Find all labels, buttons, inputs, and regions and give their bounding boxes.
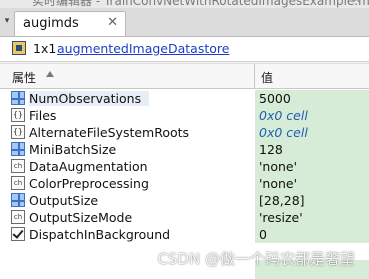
name-cell: ch DataAugmentation bbox=[0, 158, 255, 175]
property-name: OutputSize bbox=[29, 193, 99, 208]
table-row[interactable]: ch ColorPreprocessing 'none' bbox=[0, 175, 369, 192]
property-name: Files bbox=[29, 108, 57, 123]
property-value: 0x0 cell bbox=[259, 108, 308, 123]
watermark: CSDN @做一个码农都是奢望 bbox=[157, 250, 355, 268]
property-name: DispatchInBackground bbox=[29, 227, 171, 242]
value-cell[interactable]: 0x0 cell bbox=[255, 124, 369, 141]
property-value: 'resize' bbox=[259, 210, 303, 225]
name-cell: {} Files bbox=[0, 107, 255, 124]
property-name: DataAugmentation bbox=[29, 159, 148, 174]
value-cell[interactable]: 0x0 cell bbox=[255, 107, 369, 124]
name-cell: OutputSize bbox=[0, 192, 255, 209]
tab-label: augimds bbox=[23, 16, 79, 31]
table-row[interactable]: OutputSize [28,28] bbox=[0, 192, 369, 209]
property-value: 0 bbox=[259, 227, 267, 242]
property-value: 128 bbox=[259, 142, 283, 157]
value-cell[interactable]: 'resize' bbox=[255, 209, 369, 226]
value-cell[interactable]: [28,28] bbox=[255, 192, 369, 209]
class-link[interactable]: augmentedImageDatastore bbox=[57, 41, 229, 56]
property-name: MiniBatchSize bbox=[29, 142, 117, 157]
name-cell: DispatchInBackground bbox=[0, 226, 255, 243]
table-rows: NumObservations 5000 {} Files 0x0 cell {… bbox=[0, 90, 369, 243]
property-name: NumObservations bbox=[29, 91, 150, 106]
tab-augimds[interactable]: augimds ✕ bbox=[14, 11, 126, 36]
logical-check-icon bbox=[11, 227, 25, 241]
property-name: OutputSizeMode bbox=[29, 210, 133, 225]
property-name: AlternateFileSystemRoots bbox=[29, 125, 190, 140]
sort-ascending-icon[interactable] bbox=[46, 71, 54, 77]
window-close-icon[interactable]: ✕ bbox=[352, 0, 361, 6]
name-cell: ch ColorPreprocessing bbox=[0, 175, 255, 192]
property-value: 'none' bbox=[259, 159, 298, 174]
cell-array-icon: {} bbox=[11, 108, 25, 122]
char-array-icon: ch bbox=[11, 176, 25, 190]
property-value: 5000 bbox=[259, 91, 291, 106]
property-name: ColorPreprocessing bbox=[29, 176, 149, 191]
property-value: [28,28] bbox=[259, 193, 305, 208]
tab-bar: ▾ augimds ✕ bbox=[0, 8, 369, 37]
property-value: 0x0 cell bbox=[259, 125, 308, 140]
numeric-grid-icon bbox=[11, 142, 25, 156]
numeric-grid-icon bbox=[11, 193, 25, 207]
value-cell[interactable]: 'none' bbox=[255, 158, 369, 175]
property-value: 'none' bbox=[259, 176, 298, 191]
value-cell[interactable]: 'none' bbox=[255, 175, 369, 192]
variable-header: 1x1 augmentedImageDatastore bbox=[0, 37, 369, 62]
char-array-icon: ch bbox=[11, 210, 25, 224]
table-row[interactable]: NumObservations 5000 bbox=[0, 90, 369, 107]
table-header: 属性 值 bbox=[0, 63, 369, 89]
table-row[interactable]: {} Files 0x0 cell bbox=[0, 107, 369, 124]
value-cell[interactable]: 5000 bbox=[255, 90, 369, 107]
value-cell[interactable]: 0 bbox=[255, 226, 369, 243]
name-cell: {} AlternateFileSystemRoots bbox=[0, 124, 255, 141]
numeric-grid-icon bbox=[11, 91, 25, 105]
column-header-value[interactable]: 值 bbox=[261, 69, 273, 86]
char-array-icon: ch bbox=[11, 159, 25, 173]
name-cell: NumObservations bbox=[0, 90, 255, 107]
table-row[interactable]: {} AlternateFileSystemRoots 0x0 cell bbox=[0, 124, 369, 141]
cell-array-icon: {} bbox=[11, 125, 25, 139]
table-row[interactable]: MiniBatchSize 128 bbox=[0, 141, 369, 158]
property-table: 属性 值 NumObservations 5000 {} Files 0x0 c… bbox=[0, 63, 369, 279]
object-class-icon bbox=[12, 41, 26, 55]
table-row[interactable]: DispatchInBackground 0 bbox=[0, 226, 369, 243]
column-header-name[interactable]: 属性 bbox=[0, 64, 255, 88]
name-cell: ch OutputSizeMode bbox=[0, 209, 255, 226]
value-cell[interactable]: 128 bbox=[255, 141, 369, 158]
column-header-name-label: 属性 bbox=[12, 71, 37, 85]
variable-size: 1x1 bbox=[33, 41, 57, 56]
table-row[interactable]: ch DataAugmentation 'none' bbox=[0, 158, 369, 175]
tab-close-icon[interactable]: ✕ bbox=[107, 15, 118, 30]
tab-menu-icon[interactable]: ▾ bbox=[2, 11, 12, 35]
table-row[interactable]: ch OutputSizeMode 'resize' bbox=[0, 209, 369, 226]
name-cell: MiniBatchSize bbox=[0, 141, 255, 158]
